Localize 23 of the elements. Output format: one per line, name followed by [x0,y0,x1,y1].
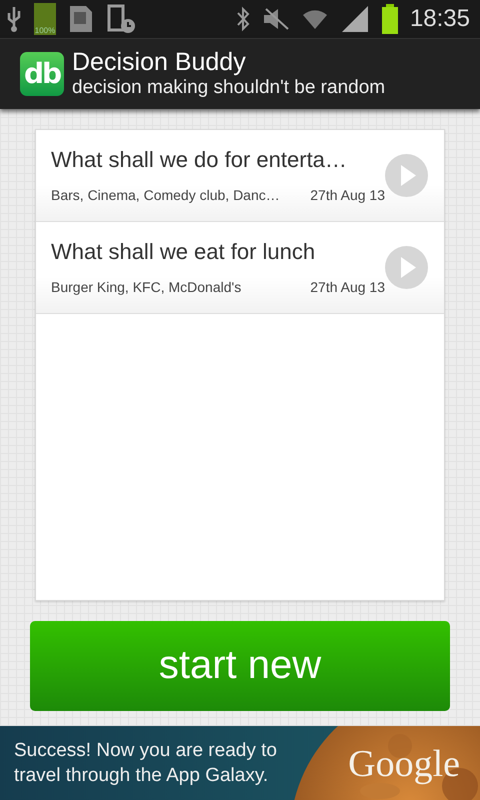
app-logo: db [20,52,64,96]
battery-charged-icon [382,4,398,34]
signal-icon [340,6,370,32]
decision-title: What shall we eat for lunch [51,239,316,266]
play-icon[interactable] [385,154,428,197]
decision-date: 27th Aug 13 [310,187,385,204]
decision-date: 27th Aug 13 [310,279,385,296]
bluetooth-icon [236,6,250,32]
clock-time: 18:35 [410,4,470,33]
phone-clock-icon [106,4,136,34]
decision-options: Burger King, KFC, McDonald's [51,279,310,296]
battery-icon: 100% [34,2,56,35]
decision-options: Bars, Cinema, Comedy club, Danc… [51,187,310,204]
sd-card-icon [68,4,94,34]
usb-icon [6,4,22,33]
play-icon[interactable] [385,246,428,289]
decision-list-item[interactable]: What shall we eat for lunch Burger King, KFC, McDonald's 27th Aug 13 [36,222,444,314]
app-subtitle: decision making shouldn't be random [72,76,386,100]
mute-icon [262,6,290,31]
decision-title: What shall we do for enterta… [51,147,348,174]
app-title: Decision Buddy [72,48,247,76]
ad-message[interactable]: Success! Now you are ready to travel through the App Galaxy. [14,738,314,788]
decision-list-item[interactable]: What shall we do for enterta… Bars, Cinema, Comedy club, Danc… 27th Aug 13 [36,130,444,222]
